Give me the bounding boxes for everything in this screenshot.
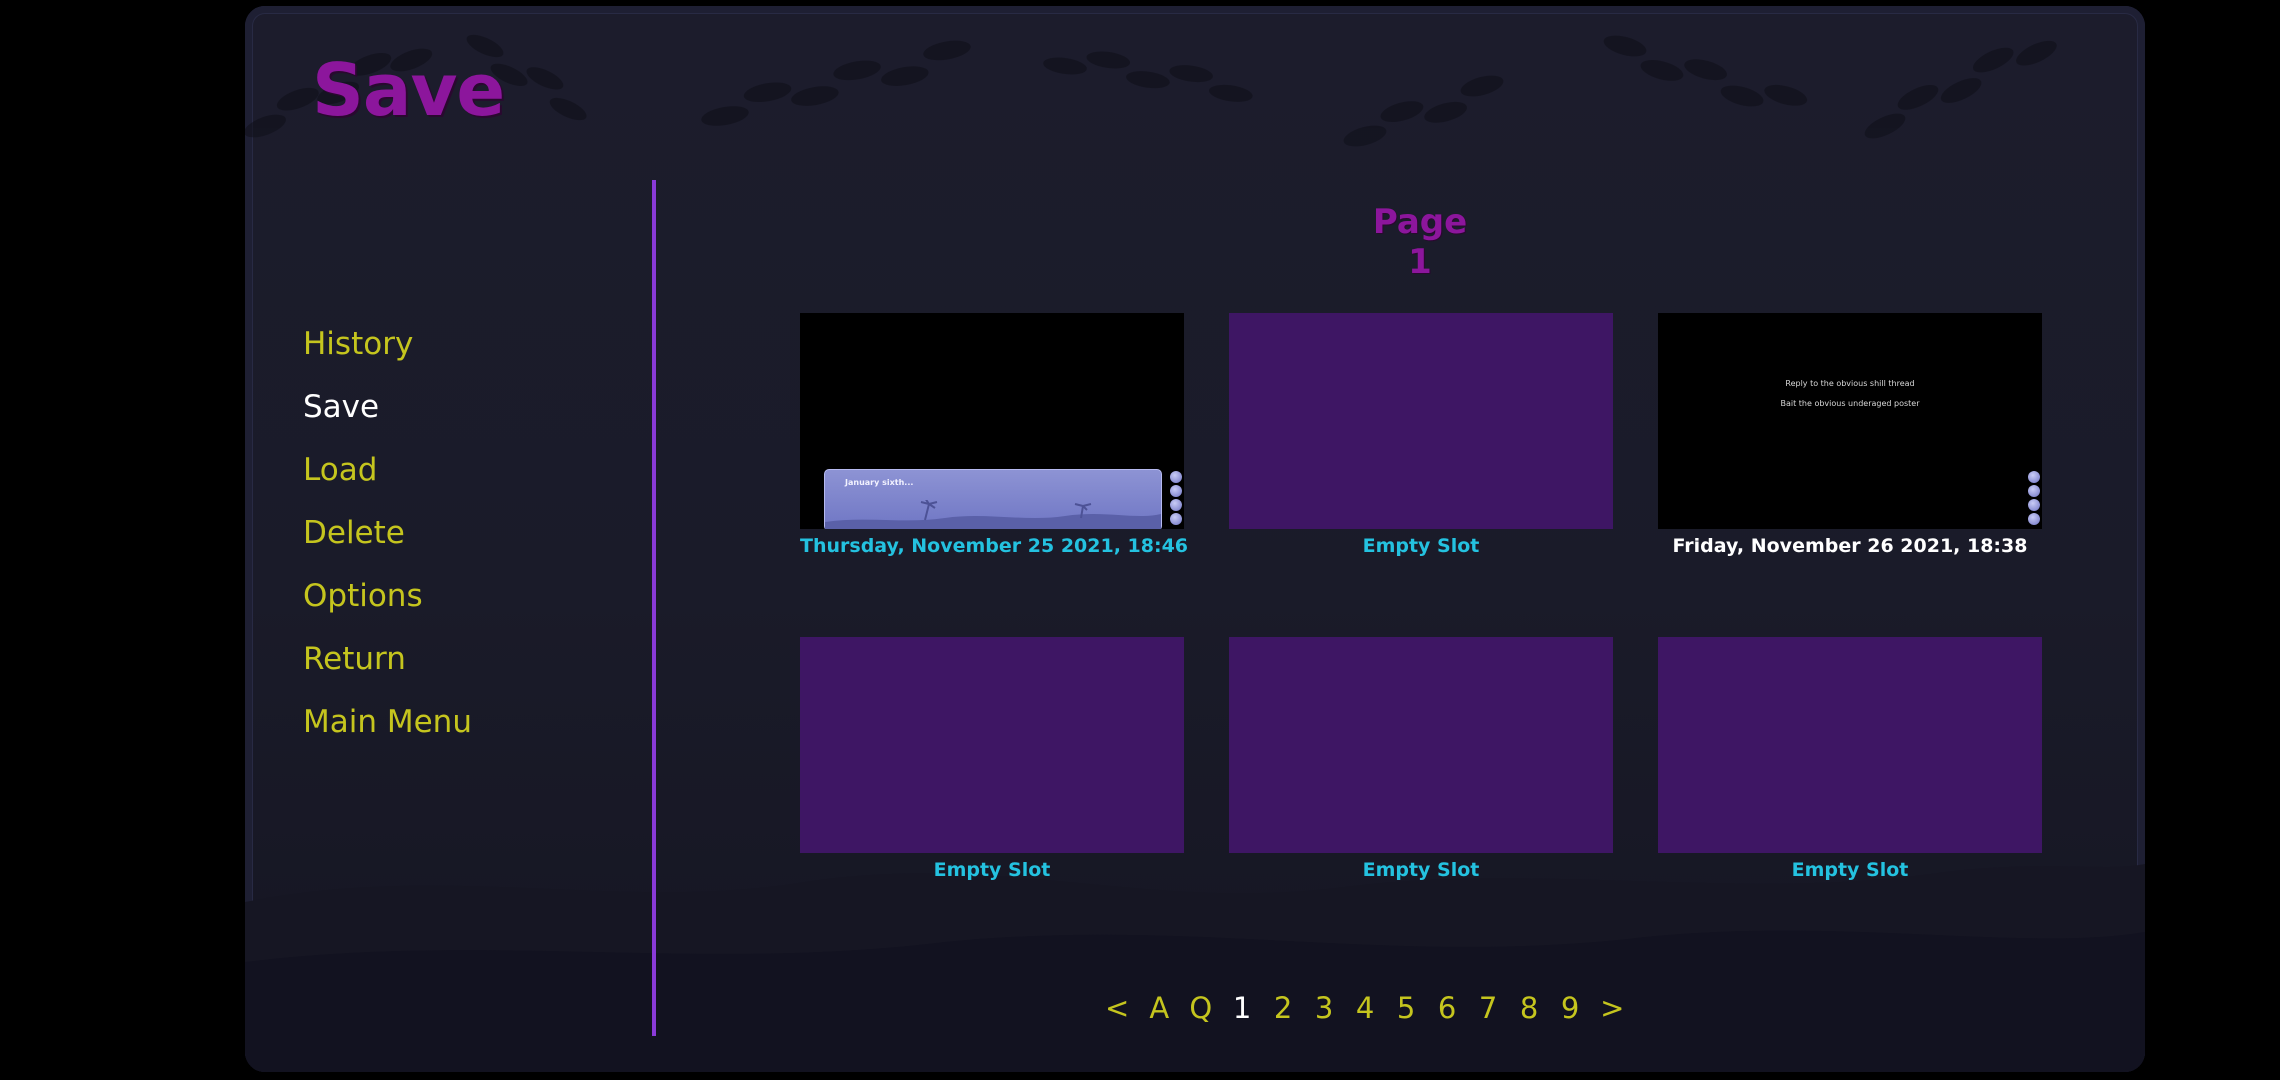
save-slot-3[interactable]: Reply to the obvious shill thread Bait t… [1658,313,2042,557]
leaf-decoration [245,34,2057,147]
menu-item-history[interactable]: History [303,326,472,389]
menu-item-delete[interactable]: Delete [303,515,472,578]
save-slot-1[interactable]: January sixth... Thursday, November 25 2… [800,313,1189,557]
slot-label: Empty Slot [1362,859,1480,881]
mini-speaker-text: January sixth... [845,478,914,487]
slot-thumbnail [1229,313,1613,529]
save-slot-2[interactable]: Empty Slot [1229,313,1613,557]
mini-island-silhouette [825,500,1161,529]
slot-thumbnail [1658,637,2042,853]
page-prev-button[interactable]: < [1105,991,1129,1025]
save-slot-5[interactable]: Empty Slot [1229,637,1613,881]
page-navigation: < A Q 1 2 3 4 5 6 7 8 9 > [1105,988,1643,1028]
slot-thumbnail: Reply to the obvious shill thread Bait t… [1658,313,2042,529]
slot-thumbnail: January sixth... [800,313,1184,529]
page-3-button[interactable]: 3 [1313,991,1335,1025]
page-6-button[interactable]: 6 [1436,991,1458,1025]
save-slot-4[interactable]: Empty Slot [800,637,1184,881]
menu-item-load[interactable]: Load [303,452,472,515]
page-next-button[interactable]: > [1600,991,1624,1025]
menu-item-options[interactable]: Options [303,578,472,641]
page-title: Page 1 [1372,202,1468,282]
mini-dialogue-box: January sixth... [824,469,1162,529]
slot-label: Thursday, November 25 2021, 18:46 [800,535,1189,557]
page-7-button[interactable]: 7 [1477,991,1499,1025]
screen-title: Save [312,48,505,132]
slot-label: Empty Slot [1791,859,1909,881]
mini-quick-buttons [2028,471,2040,527]
menu-item-save[interactable]: Save [303,389,472,452]
menu-divider [652,180,656,1036]
page-5-button[interactable]: 5 [1395,991,1417,1025]
page-1-button[interactable]: 1 [1231,991,1253,1025]
page-auto-button[interactable]: A [1148,991,1170,1025]
page-4-button[interactable]: 4 [1354,991,1376,1025]
page-8-button[interactable]: 8 [1518,991,1540,1025]
game-menu: History Save Load Delete Options Return … [303,326,472,767]
slot-thumbnail [800,637,1184,853]
page-quick-button[interactable]: Q [1189,991,1212,1025]
mini-choice-2: Bait the obvious underaged poster [1780,399,1920,408]
mini-quick-buttons [1170,471,1182,527]
slot-label: Empty Slot [1362,535,1480,557]
menu-item-main-menu[interactable]: Main Menu [303,704,472,767]
page-9-button[interactable]: 9 [1559,991,1581,1025]
mini-choice-1: Reply to the obvious shill thread [1785,379,1915,388]
page-2-button[interactable]: 2 [1272,991,1294,1025]
save-slot-6[interactable]: Empty Slot [1658,637,2042,881]
slot-label: Friday, November 26 2021, 18:38 [1672,535,2028,557]
slot-thumbnail [1229,637,1613,853]
slot-label: Empty Slot [933,859,1051,881]
menu-item-return[interactable]: Return [303,641,472,704]
